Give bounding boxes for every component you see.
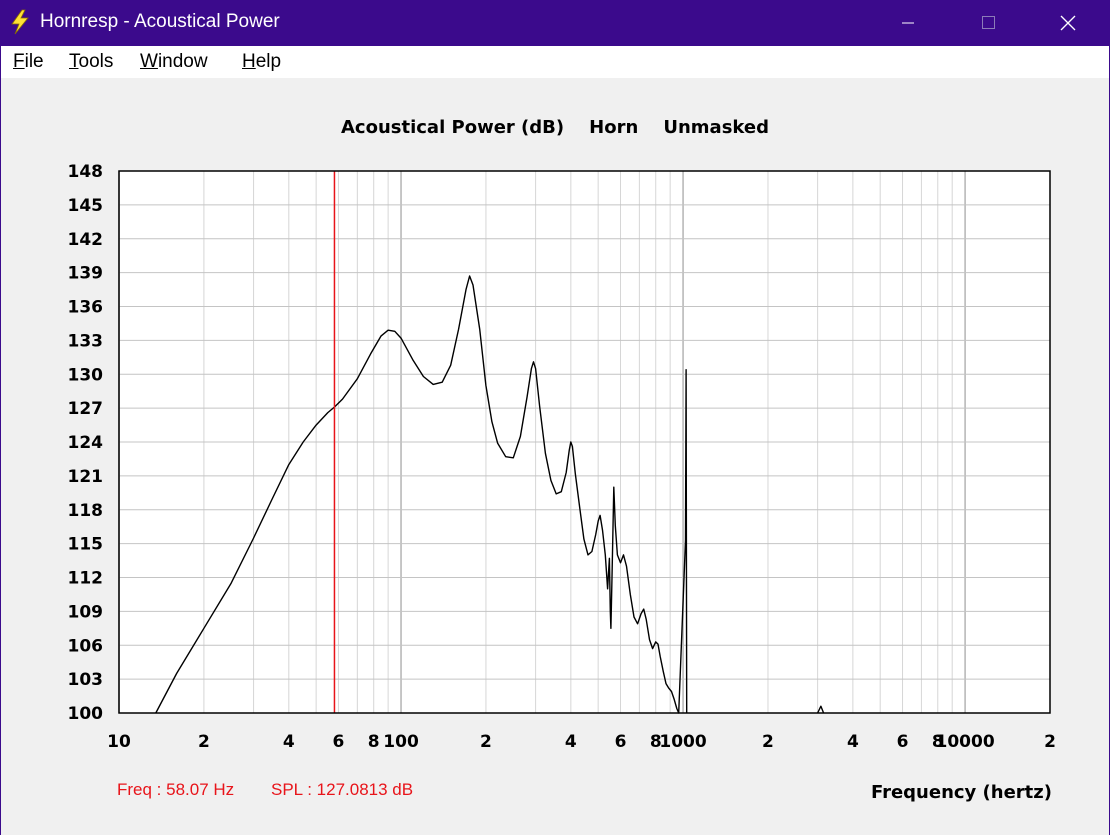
menu-tools-label: ools	[78, 51, 114, 72]
menu-file-accelerator: F	[13, 51, 25, 72]
chart-title: Acoustical Power (dB) Horn Unmasked	[341, 117, 769, 138]
acoustical-power-chart[interactable]: Acoustical Power (dB) Horn Unmasked 1001…	[0, 78, 1110, 835]
close-button[interactable]	[1028, 0, 1108, 46]
menu-window-accelerator: W	[140, 51, 158, 72]
x-tick-label: 2	[480, 732, 492, 752]
frequency-readout: Freq : 58.07 Hz	[117, 780, 235, 799]
y-tick-label: 133	[68, 331, 104, 351]
y-tick-label: 115	[68, 535, 104, 555]
y-tick-label: 100	[68, 704, 104, 724]
y-tick-label: 142	[68, 230, 104, 250]
y-axis-tick-labels: 100 103 106 109 112 115 118 121 124 127 130 133 136 1…	[68, 162, 104, 724]
title-bar[interactable]: Hornresp - Acoustical Power	[0, 0, 1110, 46]
y-tick-label: 145	[68, 196, 104, 216]
window-title: Hornresp - Acoustical Power	[40, 11, 280, 32]
menu-tools-accelerator: T	[69, 51, 79, 72]
x-tick-label: 2	[198, 732, 210, 752]
menu-file-label: ile	[24, 51, 44, 72]
menu-tools[interactable]: Tools	[69, 51, 113, 73]
y-tick-label: 112	[68, 569, 104, 589]
menu-window-label: indow	[157, 51, 208, 72]
maximize-icon	[982, 16, 995, 29]
minimize-button[interactable]	[868, 0, 948, 46]
x-tick-label: 4	[565, 732, 577, 752]
y-tick-label: 127	[68, 399, 104, 419]
y-tick-label: 136	[68, 298, 104, 318]
x-tick-label: 4	[283, 732, 295, 752]
menu-help-label: elp	[255, 51, 282, 72]
y-tick-label: 109	[68, 602, 104, 622]
y-tick-label: 106	[68, 636, 104, 656]
x-tick-label: 6	[897, 732, 909, 752]
minimize-icon	[902, 22, 914, 24]
x-tick-label: 2	[762, 732, 774, 752]
x-tick-label: 6	[333, 732, 345, 752]
menu-bar: File Tools Window Help	[0, 46, 1110, 78]
lightning-bolt-icon	[11, 9, 29, 35]
close-icon	[1060, 15, 1076, 31]
x-tick-label: 4	[847, 732, 859, 752]
menu-window[interactable]: Window	[140, 51, 208, 73]
menu-help[interactable]: Help	[242, 51, 281, 73]
menu-file[interactable]: File	[13, 51, 44, 73]
y-tick-label: 148	[68, 162, 104, 182]
x-tick-label: 1000	[659, 732, 706, 752]
y-tick-label: 121	[68, 467, 104, 487]
x-axis-tick-labels: 10 2 4 6 8 100 2 4 6 81000 2 4 6 810000 2	[107, 732, 1056, 752]
y-tick-label: 124	[68, 433, 104, 453]
x-tick-label: 8	[368, 732, 380, 752]
menu-help-accelerator: H	[242, 51, 256, 72]
x-tick-label: 6	[615, 732, 627, 752]
y-tick-label: 130	[68, 365, 104, 385]
x-tick-label: 10	[107, 732, 131, 752]
maximize-button[interactable]	[948, 0, 1028, 46]
x-tick-label: 100	[383, 732, 419, 752]
spl-readout: SPL : 127.0813 dB	[271, 780, 414, 799]
x-tick-label: 10000	[936, 732, 995, 752]
window-border-left	[0, 46, 1, 835]
x-axis-label: Frequency (hertz)	[871, 782, 1052, 803]
x-tick-label: 2	[1044, 732, 1056, 752]
y-tick-label: 103	[68, 670, 104, 690]
y-tick-label: 139	[68, 264, 104, 284]
y-tick-label: 118	[68, 501, 104, 521]
